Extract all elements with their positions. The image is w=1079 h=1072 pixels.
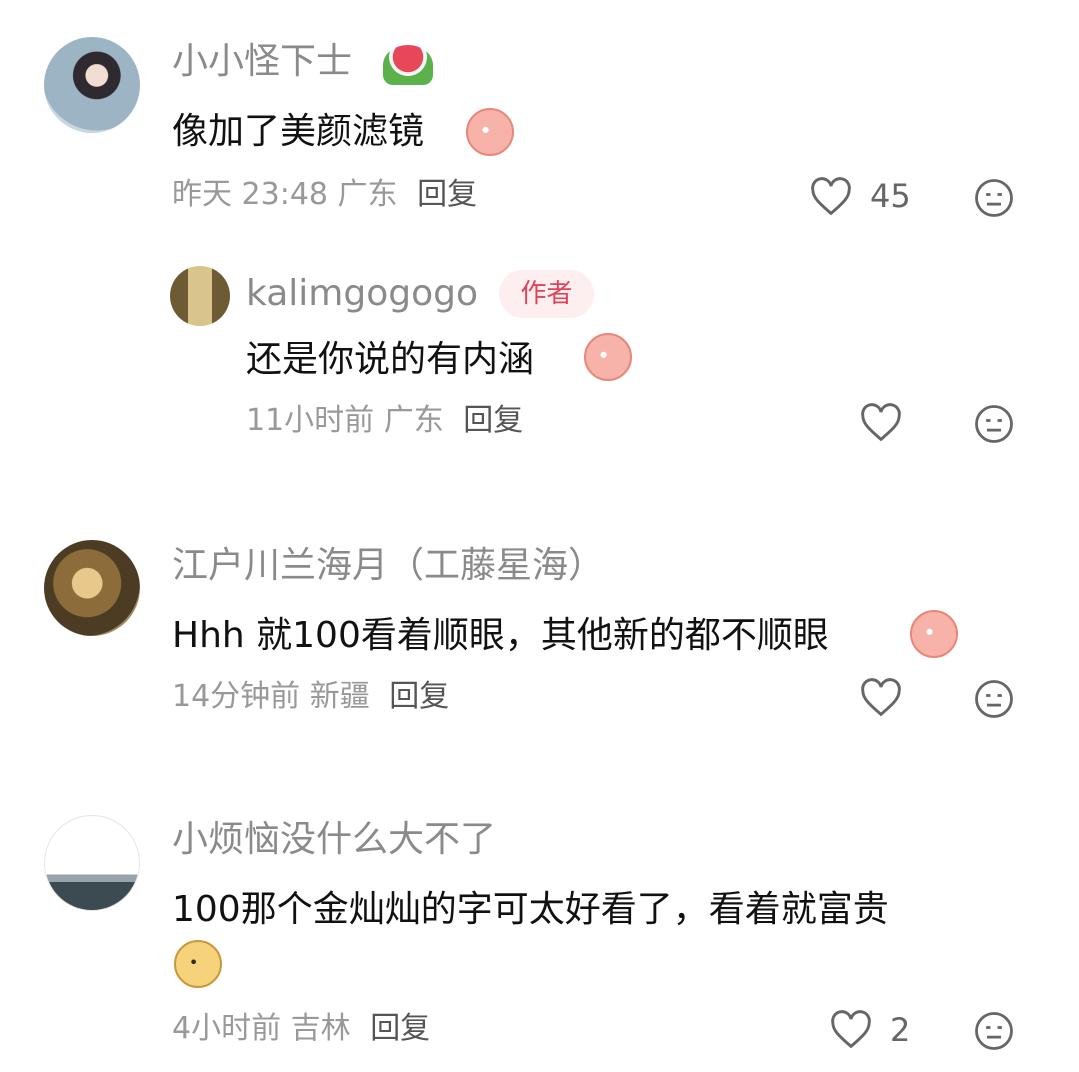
location: 广东 [383, 403, 444, 438]
location: 吉林 [290, 1011, 351, 1046]
reply-button[interactable]: 回复 [370, 1011, 430, 1046]
peach-shy-emoji [910, 610, 958, 658]
yellow-smile-emoji [174, 940, 222, 988]
comment-meta: 14分钟前 新疆 回复 [172, 682, 449, 712]
comment-text: 还是你说的有内涵 [246, 339, 535, 380]
username[interactable]: kalimgogogo [246, 276, 478, 312]
author-badge: 作者 [499, 270, 594, 318]
timestamp: 昨天 23:48 [172, 177, 328, 212]
reply-button[interactable]: 回复 [389, 679, 449, 714]
heart-outline-icon[interactable] [859, 403, 903, 443]
watermelon-emoji [383, 45, 433, 85]
meh-face-icon[interactable] [973, 177, 1015, 219]
comment-meta: 11小时前 广东 回复 [246, 406, 523, 436]
timestamp: 4小时前 [172, 1011, 282, 1046]
comment-text: Hhh 就100看着顺眼，其他新的都不顺眼 [172, 615, 829, 656]
avatar[interactable] [44, 815, 140, 911]
heart-outline-icon[interactable] [809, 177, 853, 217]
username[interactable]: 小小怪下士 [172, 44, 352, 80]
avatar[interactable] [170, 266, 230, 326]
heart-outline-icon[interactable] [829, 1010, 873, 1050]
meh-face-icon[interactable] [973, 678, 1015, 720]
username[interactable]: 小烦恼没什么大不了 [172, 822, 496, 858]
comment-text: 100那个金灿灿的字可太好看了，看着就富贵 [172, 889, 889, 930]
comment-meta: 4小时前 吉林 回复 [172, 1014, 430, 1044]
comment-text: 像加了美颜滤镜 [172, 111, 425, 152]
timestamp: 14分钟前 [172, 679, 301, 714]
meh-face-icon[interactable] [973, 403, 1015, 445]
heart-outline-icon[interactable] [859, 678, 903, 718]
timestamp: 11小时前 [246, 403, 375, 438]
like-count: 45 [870, 177, 911, 215]
location: 广东 [337, 177, 398, 212]
peach-shy-emoji [584, 333, 632, 381]
avatar[interactable] [44, 37, 140, 133]
comment-meta: 昨天 23:48 广东 回复 [172, 180, 477, 210]
reply-button[interactable]: 回复 [417, 177, 477, 212]
reply-button[interactable]: 回复 [463, 403, 523, 438]
peach-crying-emoji [466, 108, 514, 156]
location: 新疆 [309, 679, 370, 714]
username[interactable]: 江户川兰海月（工藤星海） [172, 548, 604, 584]
meh-face-icon[interactable] [973, 1010, 1015, 1052]
avatar[interactable] [44, 540, 140, 636]
like-count: 2 [890, 1011, 911, 1049]
